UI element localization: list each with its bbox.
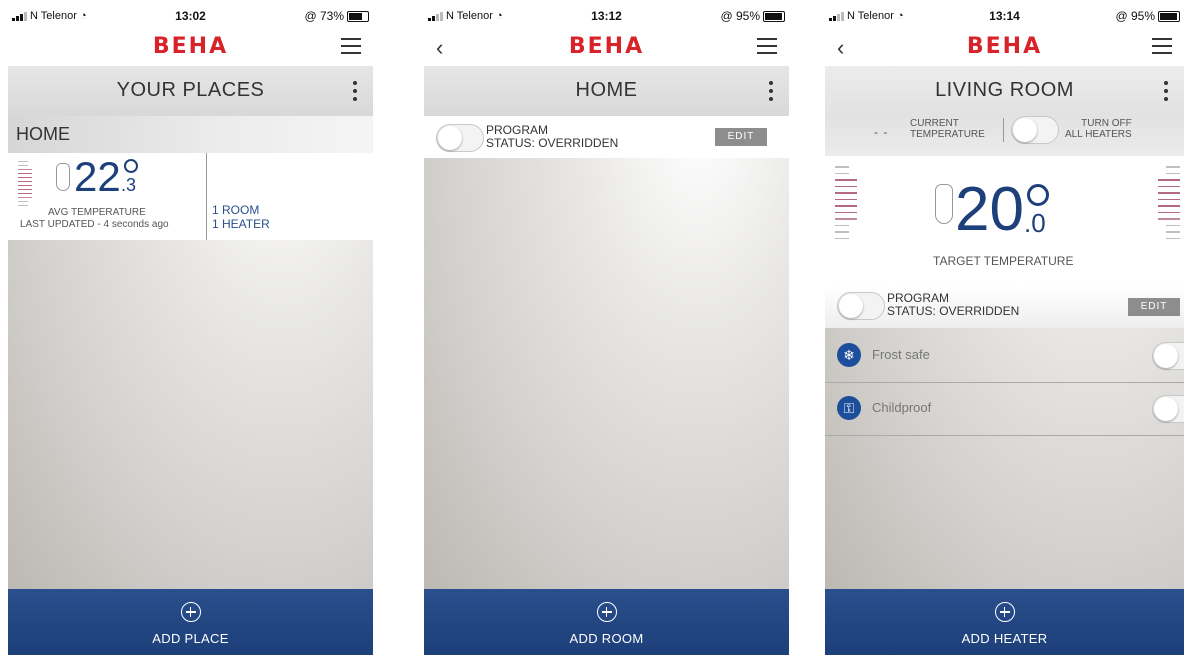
divider [206,153,207,240]
turn-off-all-heaters-toggle[interactable] [1011,116,1059,144]
screen-home: N Telenor ◔ 13:12 @ 95% ‹ BEHA HOME PROG… [424,0,789,655]
add-heater-button[interactable]: ADD HEATER [825,589,1184,655]
snowflake-icon: ❄ [837,343,861,367]
current-temperature-label: CURRENT TEMPERATURE [910,118,985,140]
status-bar: N Telenor ◔ 13:14 @ 95% [825,0,1184,30]
hamburger-menu-icon[interactable] [341,38,361,54]
place-name: HOME [16,124,70,144]
heater-count: 1 HEATER [212,217,270,231]
more-options-icon[interactable] [1164,81,1168,101]
childproof-toggle[interactable] [1152,395,1184,423]
add-icon [180,602,201,622]
program-text: PROGRAM STATUS: OVERRIDDEN [887,292,1019,318]
beha-logo: BEHA [568,34,645,59]
current-temperature-value: - - [874,125,889,139]
program-status: STATUS: OVERRIDDEN [887,304,1020,318]
frost-safe-toggle[interactable] [1152,342,1184,370]
more-options-icon[interactable] [353,81,357,101]
beha-logo: BEHA [966,34,1043,59]
battery-icon [347,11,369,23]
target-temperature-panel[interactable]: 20 .0 TARGET TEMPERATURE [825,156,1184,286]
title-bar: YOUR PLACES [8,66,373,116]
status-bar: N Telenor ◔ 13:02 @ 73% [8,0,373,30]
degree-symbol [124,159,138,173]
app-bar: BEHA [8,30,373,66]
add-room-label: ADD ROOM [569,631,644,646]
divider [1003,118,1004,142]
page-title: HOME [575,79,638,101]
thermometer-icon [56,163,70,191]
degree-symbol [1027,184,1049,206]
app-bar: ‹ BEHA [825,30,1184,66]
battery: @ 73% [304,9,369,23]
room-count: 1 ROOM [212,203,260,217]
last-updated: LAST UPDATED - 4 seconds ago [20,219,169,230]
screen-your-places: N Telenor ◔ 13:02 @ 73% BEHA YOUR PLACES… [8,0,373,655]
target-temperature-label: TARGET TEMPERATURE [933,254,1074,268]
program-toggle[interactable] [837,292,885,320]
add-icon [596,602,617,622]
right-scale-icon [1158,166,1180,244]
edit-button[interactable]: EDIT [1128,298,1180,316]
frost-safe-row: ❄ Frost safe [825,330,1184,383]
add-place-button[interactable]: ADD PLACE [8,589,373,655]
main-content: YOUR PLACES HOME 22 .3 AVG TEMPERATURE L… [8,66,373,589]
room-controls: - - CURRENT TEMPERATURE TURN OFF ALL HEA… [825,116,1184,156]
thermometer-icon [935,184,953,224]
add-icon [994,602,1015,622]
childproof-row: ⚿ Childproof [825,383,1184,436]
avg-temperature-value: 22 [74,153,121,200]
page-title: LIVING ROOM [935,79,1074,101]
battery-icon [763,11,785,23]
left-scale-icon [835,166,857,244]
edit-button[interactable]: EDIT [715,128,767,146]
status-bar: N Telenor ◔ 13:12 @ 95% [424,0,789,30]
title-bar: LIVING ROOM [825,66,1184,116]
place-header[interactable]: HOME [8,116,373,153]
target-temperature-decimal: .0 [1024,208,1046,238]
turn-off-all-heaters-label: TURN OFF ALL HEATERS [1065,118,1132,140]
add-room-button[interactable]: ADD ROOM [424,589,789,655]
beha-logo: BEHA [152,34,229,59]
page-title: YOUR PLACES [116,79,265,101]
hamburger-menu-icon[interactable] [1152,38,1172,54]
avg-temperature-label: AVG TEMPERATURE [48,207,146,218]
title-bar: HOME [424,66,789,116]
place-card[interactable]: 22 .3 AVG TEMPERATURE LAST UPDATED - 4 s… [8,153,373,240]
main-content: HOME PROGRAM STATUS: OVERRIDDEN EDIT [424,66,789,589]
app-bar: ‹ BEHA [424,30,789,66]
battery: @ 95% [720,9,785,23]
program-status: STATUS: OVERRIDDEN [486,136,619,150]
screen-living-room: N Telenor ◔ 13:14 @ 95% ‹ BEHA LIVING RO… [825,0,1184,655]
add-place-label: ADD PLACE [152,631,229,646]
childproof-label: Childproof [872,400,932,415]
lock-icon: ⚿ [837,396,861,420]
program-toggle[interactable] [436,124,484,152]
add-heater-label: ADD HEATER [961,631,1048,646]
battery: @ 95% [1115,9,1180,23]
main-content: LIVING ROOM - - CURRENT TEMPERATURE TURN… [825,66,1184,589]
battery-icon [1158,11,1180,23]
avg-temperature-decimal: .3 [121,175,137,195]
hamburger-menu-icon[interactable] [757,38,777,54]
program-row: PROGRAM STATUS: OVERRIDDEN EDIT [424,116,789,158]
program-text: PROGRAM STATUS: OVERRIDDEN [486,124,618,150]
program-row: PROGRAM STATUS: OVERRIDDEN EDIT [825,286,1184,328]
frost-safe-label: Frost safe [872,347,930,362]
temperature-scale-icon [18,161,34,209]
target-temperature-value: 20 [955,175,1024,244]
more-options-icon[interactable] [769,81,773,101]
